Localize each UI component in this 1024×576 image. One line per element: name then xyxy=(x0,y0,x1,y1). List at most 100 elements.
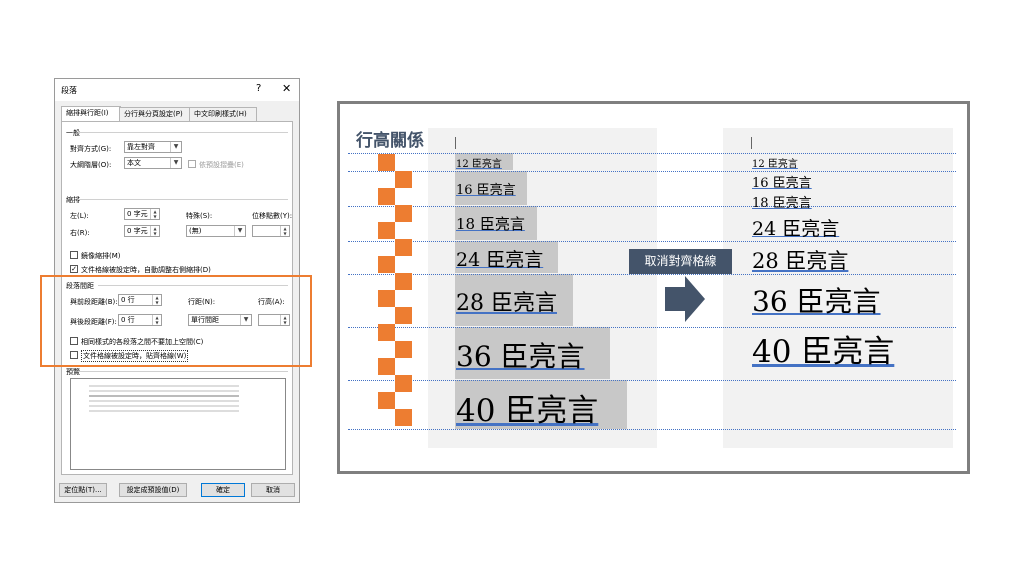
sample-text: 18 臣亮言 xyxy=(456,215,525,233)
grid-marker xyxy=(378,358,395,375)
divider xyxy=(78,199,288,200)
grid-marker xyxy=(395,239,412,256)
grid-line xyxy=(348,206,956,207)
dialog-titlebar: 段落 ? ✕ xyxy=(55,79,299,101)
sample-28-unsnapped: 28 臣亮言 xyxy=(752,245,848,275)
divider xyxy=(78,132,288,133)
chevron-down-icon: ▼ xyxy=(234,226,245,236)
chevron-down-icon: ▼ xyxy=(170,158,181,168)
sample-text: 28 臣亮言 xyxy=(456,291,557,316)
grid-line xyxy=(348,153,956,154)
spacing-highlight-box xyxy=(40,275,312,367)
grid-marker xyxy=(378,188,395,205)
sample-24-unsnapped: 24 臣亮言 xyxy=(752,214,839,241)
preview-line xyxy=(89,400,239,402)
grid-marker xyxy=(378,154,395,171)
grid-marker xyxy=(378,256,395,273)
cancel-button[interactable]: 取消 xyxy=(251,483,295,497)
indent-right-value: 0 字元 xyxy=(127,227,148,235)
grid-marker xyxy=(378,392,395,409)
sample-18-snapped: 18 臣亮言 xyxy=(456,213,525,234)
collapsed-label: 依預設摺疊(E) xyxy=(199,161,244,169)
outline-level-select[interactable]: 本文 ▼ xyxy=(124,157,182,169)
ok-button[interactable]: 確定 xyxy=(201,483,245,497)
divider xyxy=(78,371,288,372)
help-button[interactable]: ? xyxy=(256,83,261,94)
preview-section-title: 預覽 xyxy=(66,368,80,376)
sample-16-unsnapped: 16 臣亮言 xyxy=(752,172,812,191)
indent-right-label: 右(R): xyxy=(70,229,90,237)
sample-36-snapped: 36 臣亮言 xyxy=(456,335,585,375)
preview-line xyxy=(89,405,239,407)
outline-level-value: 本文 xyxy=(127,159,141,167)
grid-marker xyxy=(395,409,412,426)
illustration-title: 行高關係 xyxy=(356,131,424,151)
sample-text: 40 臣亮言 xyxy=(456,393,599,429)
spin-arrows-icon: ▲ ▼ xyxy=(150,209,159,219)
right-arrow-icon xyxy=(665,276,705,322)
sample-text: 40 臣亮言 xyxy=(752,334,895,370)
sample-text: 16 臣亮言 xyxy=(752,176,812,191)
sample-text: 12 臣亮言 xyxy=(456,159,502,170)
special-indent-value: (無) xyxy=(189,227,202,235)
preview-line xyxy=(89,385,239,387)
grid-marker xyxy=(395,171,412,188)
tab-line-page-breaks[interactable]: 分行與分頁設定(P) xyxy=(119,107,191,121)
grid-marker xyxy=(378,290,395,307)
grid-marker xyxy=(395,307,412,324)
special-indent-select[interactable]: (無) ▼ xyxy=(186,225,246,237)
text-cursor xyxy=(455,137,456,149)
grid-line xyxy=(348,429,956,430)
alignment-select[interactable]: 靠左對齊 ▼ xyxy=(124,141,182,153)
chevron-down-icon: ▼ xyxy=(170,142,181,152)
grid-marker xyxy=(395,375,412,392)
auto-adjust-label: 文件格線被設定時，自動調整右側縮排(D) xyxy=(81,266,211,274)
offset-spinner[interactable]: ▲ ▼ xyxy=(252,225,290,237)
sample-12-snapped: 12 臣亮言 xyxy=(456,155,502,170)
outline-level-label: 大綱階層(O): xyxy=(70,161,112,169)
text-cursor xyxy=(751,137,752,149)
sample-28-snapped: 28 臣亮言 xyxy=(456,285,557,317)
grid-marker xyxy=(395,273,412,290)
sample-18-unsnapped: 18 臣亮言 xyxy=(752,192,812,211)
spin-arrows-icon: ▲ ▼ xyxy=(150,226,159,236)
indent-right-spinner[interactable]: 0 字元 ▲ ▼ xyxy=(124,225,160,237)
sample-text: 28 臣亮言 xyxy=(752,249,849,273)
alignment-value: 靠左對齊 xyxy=(127,143,155,151)
preview-line xyxy=(89,395,239,397)
tab-asian-typography[interactable]: 中文印刷樣式(H) xyxy=(189,107,257,121)
sample-40-unsnapped: 40 臣亮言 xyxy=(752,326,894,371)
sample-24-snapped: 24 臣亮言 xyxy=(456,245,543,272)
grid-marker xyxy=(378,324,395,341)
close-button[interactable]: ✕ xyxy=(282,82,291,95)
tab-indent-spacing[interactable]: 縮排與行距(I) xyxy=(61,106,121,122)
sample-text: 24 臣亮言 xyxy=(752,218,840,240)
preview-line xyxy=(89,390,239,392)
special-indent-label: 特殊(S): xyxy=(186,212,213,220)
alignment-label: 對齊方式(G): xyxy=(70,145,112,153)
grid-marker xyxy=(378,222,395,239)
grid-line xyxy=(348,241,956,242)
grid-line xyxy=(348,380,956,381)
set-default-button[interactable]: 設定成預設值(D) xyxy=(119,483,187,497)
auto-adjust-checkbox[interactable]: ✓ xyxy=(70,265,78,273)
sample-text: 18 臣亮言 xyxy=(752,196,812,211)
grid-marker xyxy=(395,205,412,222)
offset-label: 位移點數(Y): xyxy=(252,212,293,220)
tabs-button[interactable]: 定位點(T)... xyxy=(59,483,107,497)
indent-section-title: 縮排 xyxy=(66,196,80,204)
sample-text: 24 臣亮言 xyxy=(456,249,544,271)
mirror-indent-checkbox[interactable] xyxy=(70,251,78,259)
sample-12-unsnapped: 12 臣亮言 xyxy=(752,155,798,170)
indent-left-spinner[interactable]: 0 字元 ▲ ▼ xyxy=(124,208,160,220)
collapsed-checkbox[interactable] xyxy=(188,160,196,168)
spin-arrows-icon: ▲ ▼ xyxy=(280,226,289,236)
grid-line xyxy=(348,171,956,172)
preview-pane xyxy=(70,378,286,470)
dialog-title: 段落 xyxy=(61,86,77,95)
indent-left-value: 0 字元 xyxy=(127,210,148,218)
indent-left-label: 左(L): xyxy=(70,212,89,220)
sample-text: 12 臣亮言 xyxy=(752,159,798,170)
sample-text: 36 臣亮言 xyxy=(456,340,585,373)
sample-40-snapped: 40 臣亮言 xyxy=(456,385,598,430)
